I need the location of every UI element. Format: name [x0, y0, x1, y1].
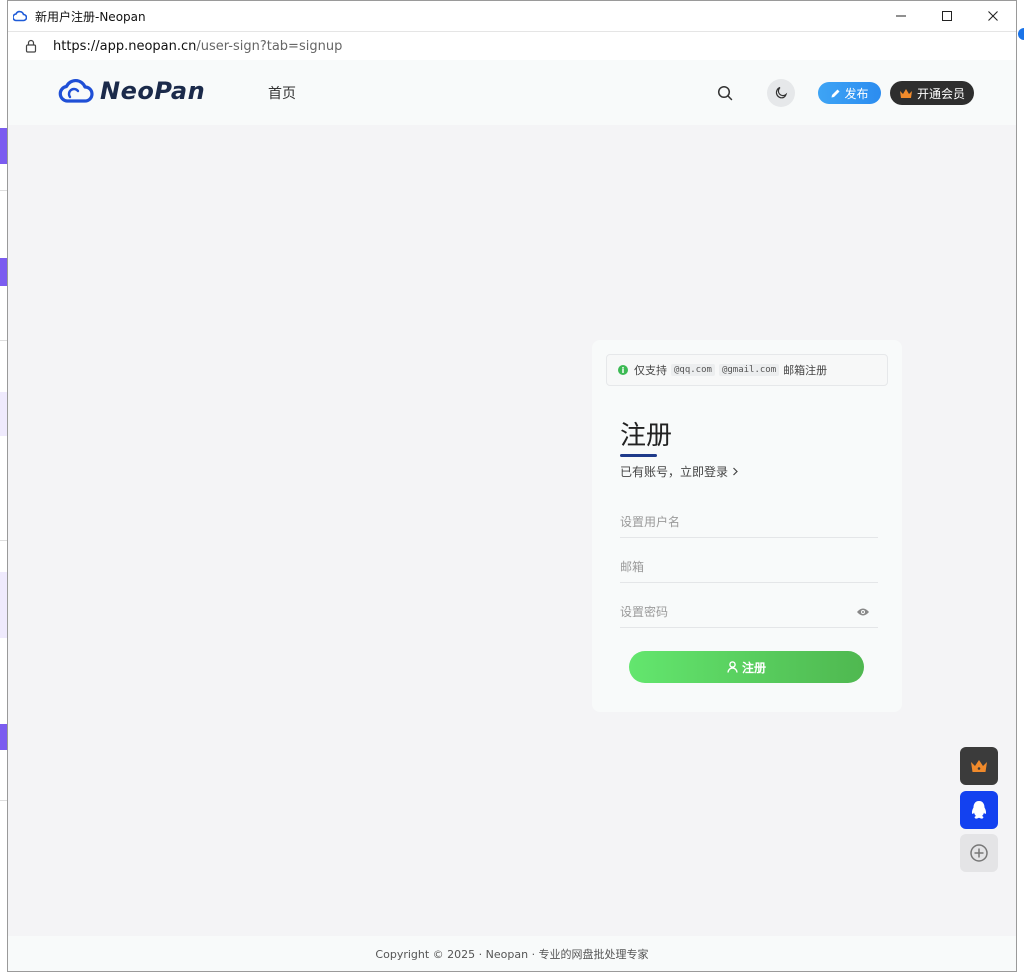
- dark-mode-toggle[interactable]: [767, 79, 795, 107]
- browser-popup-window: 新用户注册-Neopan https://app.neopan.cn/user-…: [7, 0, 1017, 972]
- site-header: NeoPan 首页 发布 开通会员: [8, 60, 1016, 125]
- vip-button[interactable]: 开通会员: [890, 81, 974, 105]
- username-field: [620, 507, 878, 538]
- window-controls: [878, 1, 1016, 31]
- crown-icon: [971, 760, 987, 772]
- cloud-logo-icon: [58, 78, 94, 103]
- signup-submit-label: 注册: [741, 660, 766, 675]
- plus-circle-icon: [970, 844, 988, 862]
- notice-domain-qq: @qq.com: [671, 364, 715, 376]
- crown-icon: [899, 88, 912, 98]
- notice-domain-gmail: @gmail.com: [718, 364, 780, 376]
- qq-penguin-icon: [971, 801, 987, 819]
- eye-icon[interactable]: [856, 606, 870, 618]
- page-viewport: NeoPan 首页 发布 开通会员 i 仅支持 @qq.com @gmail.c…: [8, 60, 1016, 971]
- title-bar: 新用户注册-Neopan: [8, 1, 1016, 32]
- maximize-button[interactable]: [924, 1, 970, 31]
- notice-prefix: 仅支持: [634, 364, 667, 377]
- search-icon[interactable]: [716, 84, 734, 102]
- footer-copyright: Copyright © 2025 · Neopan · 专业的网盘批处理专家: [375, 947, 649, 961]
- site-logo[interactable]: NeoPan: [58, 77, 205, 105]
- password-input[interactable]: [620, 605, 878, 619]
- login-link[interactable]: 已有账号，立即登录: [620, 463, 739, 480]
- login-link-label: 已有账号，立即登录: [620, 465, 729, 479]
- background-avatar-edge: [1018, 28, 1024, 40]
- close-button[interactable]: [970, 1, 1016, 31]
- email-notice: i 仅支持 @qq.com @gmail.com 邮箱注册: [606, 354, 888, 386]
- password-field: [620, 597, 878, 628]
- cloud-app-icon: [13, 8, 29, 24]
- moon-icon: [775, 86, 788, 99]
- username-input[interactable]: [620, 515, 878, 529]
- minimize-button[interactable]: [878, 1, 924, 31]
- site-footer: Copyright © 2025 · Neopan · 专业的网盘批处理专家: [8, 936, 1016, 971]
- publish-button[interactable]: 发布: [818, 82, 881, 104]
- notice-suffix: 邮箱注册: [783, 364, 828, 377]
- nav-home-link[interactable]: 首页: [268, 83, 296, 103]
- floating-qq-button[interactable]: [960, 791, 998, 829]
- floating-vip-button[interactable]: [960, 747, 998, 785]
- url-text[interactable]: https://app.neopan.cn/user-sign?tab=sign…: [53, 39, 342, 54]
- url-path: /user-sign?tab=signup: [196, 38, 343, 54]
- url-host: https://app.neopan.cn: [53, 38, 197, 54]
- email-input[interactable]: [620, 560, 878, 574]
- signup-submit-button[interactable]: 注册: [629, 651, 864, 683]
- pencil-icon: [831, 89, 840, 97]
- user-icon: [727, 661, 738, 673]
- lock-icon: [25, 39, 39, 53]
- email-field: [620, 552, 878, 583]
- chevron-right-icon: [732, 467, 738, 476]
- brand-name: NeoPan: [100, 77, 206, 105]
- signup-card: i 仅支持 @qq.com @gmail.com 邮箱注册 注册 已有账号，立即…: [592, 340, 902, 712]
- publish-label: 发布: [844, 86, 869, 101]
- title-underline: [620, 454, 657, 457]
- form-title: 注册: [620, 421, 673, 451]
- window-title: 新用户注册-Neopan: [35, 9, 146, 24]
- vip-label: 开通会员: [916, 86, 965, 101]
- address-bar[interactable]: https://app.neopan.cn/user-sign?tab=sign…: [8, 32, 1016, 61]
- info-icon: i: [618, 365, 628, 375]
- floating-add-button[interactable]: [960, 834, 998, 872]
